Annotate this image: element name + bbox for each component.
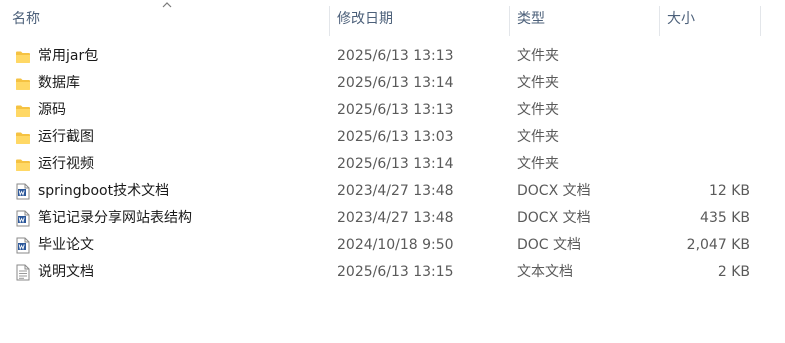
file-row[interactable]: 毕业论文 2024/10/18 9:50 DOC 文档 2,047 KB: [0, 232, 760, 259]
file-name: 常用jar包: [38, 48, 99, 64]
file-row[interactable]: springboot技术文档 2023/4/27 13:48 DOCX 文档 1…: [0, 178, 760, 205]
file-type: DOCX 文档: [517, 210, 591, 226]
file-type: DOC 文档: [517, 237, 582, 253]
column-header-size[interactable]: 大小: [659, 0, 760, 38]
file-name: 说明文档: [38, 264, 94, 280]
file-name: springboot技术文档: [38, 183, 170, 199]
file-explorer-list: 名称 修改日期 类型 大小 常用jar包 2025/6/13 13:13 文件夹…: [0, 0, 785, 343]
file-date: 2023/4/27 13:48: [337, 183, 454, 199]
file-size: 2 KB: [717, 264, 750, 280]
file-list: 常用jar包 2025/6/13 13:13 文件夹 数据库 2025/6/13…: [0, 43, 785, 286]
file-type: 文件夹: [517, 156, 559, 172]
file-row[interactable]: 笔记记录分享网站表结构 2023/4/27 13:48 DOCX 文档 435 …: [0, 205, 760, 232]
file-type: 文件夹: [517, 102, 559, 118]
column-header-bar: 名称 修改日期 类型 大小: [0, 0, 785, 38]
column-header-type[interactable]: 类型: [509, 0, 659, 38]
file-type: 文本文档: [517, 264, 573, 280]
file-name: 运行截图: [38, 129, 94, 145]
file-name: 源码: [38, 102, 66, 118]
file-type: 文件夹: [517, 75, 559, 91]
file-date: 2025/6/13 13:13: [337, 48, 454, 64]
file-date: 2025/6/13 13:15: [337, 264, 454, 280]
file-row[interactable]: 数据库 2025/6/13 13:14 文件夹: [0, 70, 760, 97]
file-date: 2025/6/13 13:13: [337, 102, 454, 118]
file-size: 2,047 KB: [686, 237, 750, 253]
sort-ascending-icon: [162, 2, 172, 8]
folder-icon: [14, 43, 32, 70]
file-name: 笔记记录分享网站表结构: [38, 210, 192, 226]
file-name: 数据库: [38, 75, 80, 91]
file-row[interactable]: 源码 2025/6/13 13:13 文件夹: [0, 97, 760, 124]
folder-icon: [14, 70, 32, 97]
word-doc-icon: [14, 232, 32, 259]
file-type: DOCX 文档: [517, 183, 591, 199]
file-name: 运行视频: [38, 156, 94, 172]
file-size: 435 KB: [700, 210, 750, 226]
folder-icon: [14, 151, 32, 178]
file-row[interactable]: 说明文档 2025/6/13 13:15 文本文档 2 KB: [0, 259, 760, 286]
file-date: 2023/4/27 13:48: [337, 210, 454, 226]
file-row[interactable]: 常用jar包 2025/6/13 13:13 文件夹: [0, 43, 760, 70]
column-header-date[interactable]: 修改日期: [329, 0, 509, 38]
file-date: 2025/6/13 13:03: [337, 129, 454, 145]
file-name: 毕业论文: [38, 237, 94, 253]
column-divider[interactable]: [760, 6, 761, 36]
file-row[interactable]: 运行截图 2025/6/13 13:03 文件夹: [0, 124, 760, 151]
file-type: 文件夹: [517, 48, 559, 64]
word-doc-icon: [14, 205, 32, 232]
file-date: 2025/6/13 13:14: [337, 156, 454, 172]
file-date: 2025/6/13 13:14: [337, 75, 454, 91]
file-date: 2024/10/18 9:50: [337, 237, 454, 253]
folder-icon: [14, 97, 32, 124]
file-size: 12 KB: [708, 183, 750, 199]
folder-icon: [14, 124, 32, 151]
word-doc-icon: [14, 178, 32, 205]
text-doc-icon: [14, 259, 32, 286]
file-type: 文件夹: [517, 129, 559, 145]
file-row[interactable]: 运行视频 2025/6/13 13:14 文件夹: [0, 151, 760, 178]
